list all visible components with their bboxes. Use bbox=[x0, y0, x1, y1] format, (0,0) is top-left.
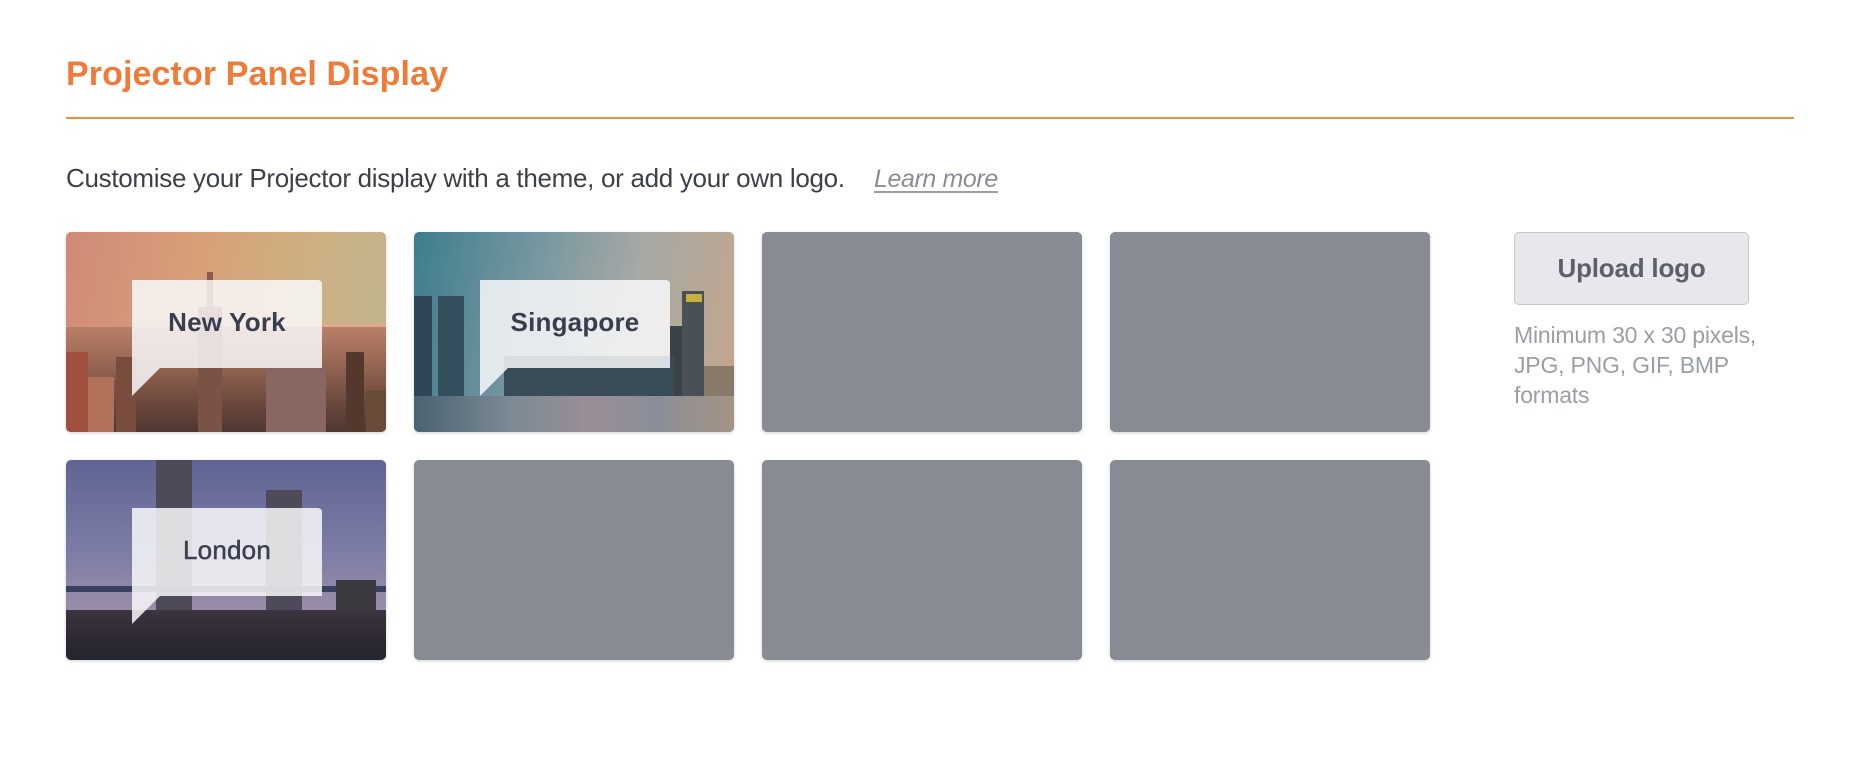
upload-requirements: Minimum 30 x 30 pixels, JPG, PNG, GIF, B… bbox=[1514, 320, 1804, 410]
theme-label: London bbox=[132, 508, 322, 596]
upload-hint-line: JPG, PNG, GIF, BMP bbox=[1514, 352, 1729, 378]
upload-hint-line: formats bbox=[1514, 382, 1590, 408]
label-pointer bbox=[480, 368, 508, 396]
theme-tile-singapore[interactable]: Singapore bbox=[414, 232, 734, 432]
title-divider bbox=[66, 117, 1794, 119]
projector-panel-settings: Projector Panel Display Customise your P… bbox=[0, 0, 1870, 758]
section-title: Projector Panel Display bbox=[66, 55, 449, 93]
theme-name: Singapore bbox=[510, 306, 640, 337]
label-pointer bbox=[132, 596, 160, 624]
theme-tile-empty[interactable] bbox=[1110, 232, 1430, 432]
intro-text: Customise your Projector display with a … bbox=[66, 163, 845, 193]
theme-label: New York bbox=[132, 280, 322, 368]
theme-tile-empty[interactable] bbox=[762, 232, 1082, 432]
intro-paragraph: Customise your Projector display with a … bbox=[66, 162, 998, 195]
upload-hint-line: Minimum 30 x 30 pixels, bbox=[1514, 322, 1757, 348]
learn-more-link[interactable]: Learn more bbox=[874, 165, 998, 193]
theme-tile-empty[interactable] bbox=[762, 460, 1082, 660]
theme-tile-london[interactable]: London bbox=[66, 460, 386, 660]
theme-name: New York bbox=[168, 306, 286, 337]
theme-tile-new-york[interactable]: New York bbox=[66, 232, 386, 432]
upload-logo-button[interactable]: Upload logo bbox=[1514, 232, 1749, 305]
theme-name: London bbox=[183, 534, 271, 565]
theme-tile-empty[interactable] bbox=[1110, 460, 1430, 660]
label-pointer bbox=[132, 368, 160, 396]
theme-tile-empty[interactable] bbox=[414, 460, 734, 660]
theme-label: Singapore bbox=[480, 280, 670, 368]
